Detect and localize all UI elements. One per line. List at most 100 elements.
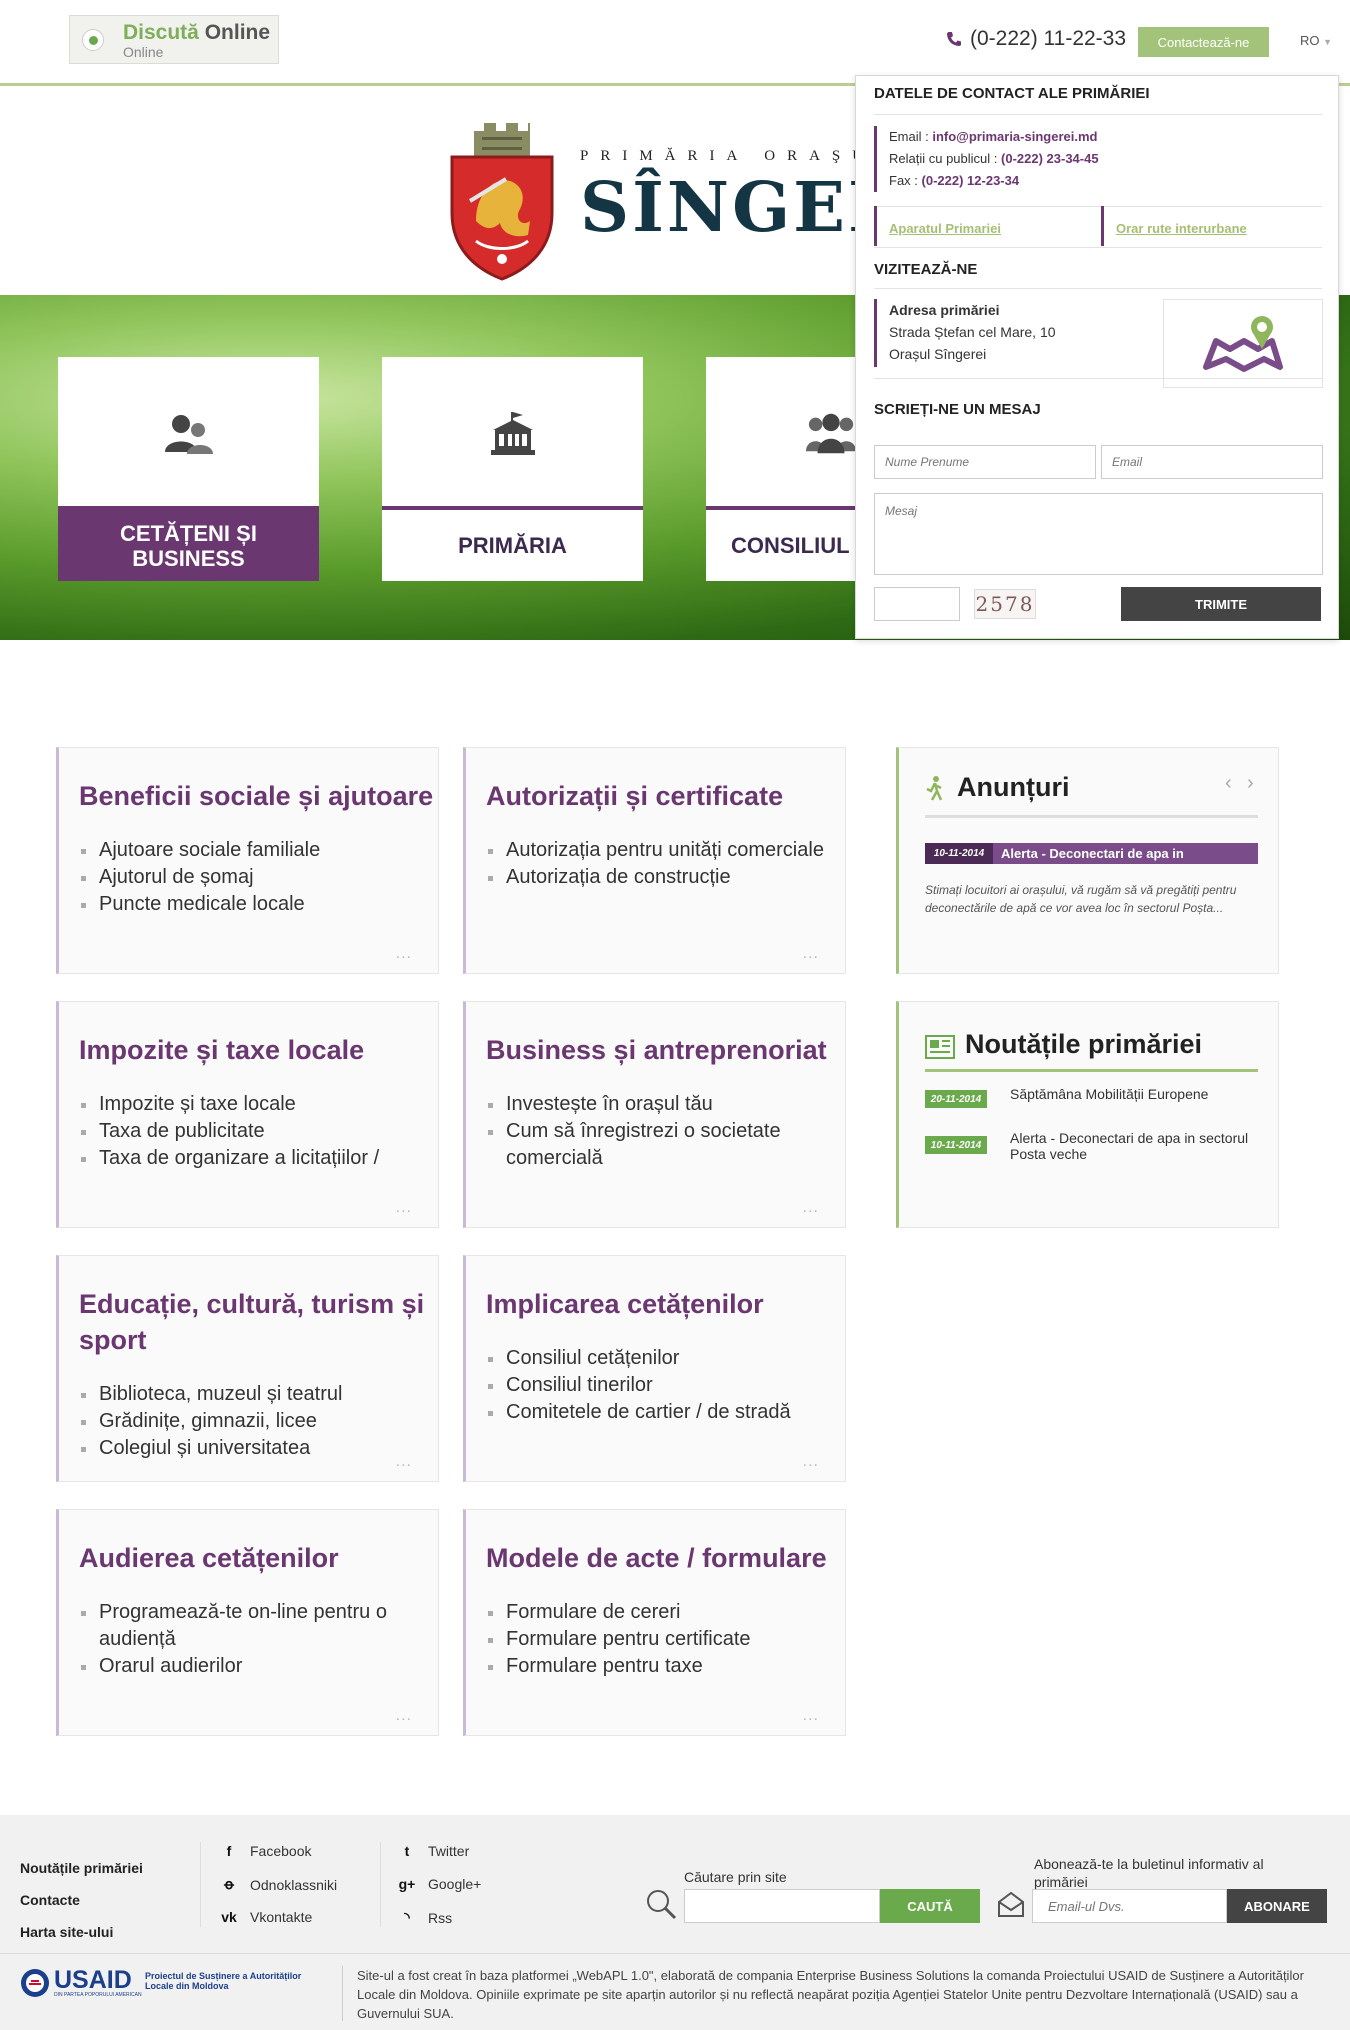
more-link[interactable]: ...: [396, 945, 412, 963]
list-item[interactable]: Colegiul și universitatea: [79, 1435, 342, 1462]
newsletter-email-input[interactable]: [1032, 1889, 1227, 1923]
odnoklassniki-icon: ꝋ: [224, 1876, 234, 1892]
news-date: 20-11-2014: [925, 1090, 987, 1108]
more-link[interactable]: ...: [396, 1707, 412, 1725]
card-list: Programează-te on-line pentru o audiență…: [79, 1599, 429, 1680]
news-item[interactable]: Alerta - Deconectari de apa in sectorul …: [1010, 1130, 1260, 1162]
news-item[interactable]: Săptămâna Mobilității Europene: [1010, 1086, 1260, 1102]
more-link[interactable]: ...: [396, 1199, 412, 1217]
card-local-taxes[interactable]: Impozite și taxe locale Impozite și taxe…: [56, 1001, 439, 1228]
card-title[interactable]: Business și antreprenoriat: [486, 1032, 841, 1068]
list-item[interactable]: Cum să înregistrezi o societate comercia…: [486, 1118, 845, 1172]
list-item[interactable]: Autorizația pentru unități comerciale: [486, 837, 824, 864]
social-label: Facebook: [250, 1843, 312, 1859]
card-citizen-involvement[interactable]: Implicarea cetățenilor Consiliul cetățen…: [463, 1255, 846, 1482]
card-education[interactable]: Educație, cultură, turism și sport Bibli…: [56, 1255, 439, 1482]
next-arrow-icon[interactable]: ›: [1247, 772, 1254, 795]
footer-link-contacts[interactable]: Contacte: [20, 1884, 143, 1916]
announcement-headline-bar[interactable]: 10-11-2014 Alerta - Deconectari de apa i…: [925, 843, 1258, 864]
contact-email[interactable]: info@primaria-singerei.md: [932, 129, 1097, 144]
search-icon: [645, 1888, 677, 1920]
list-item[interactable]: Formulare pentru taxe: [486, 1653, 751, 1680]
list-item[interactable]: Grădinițe, gimnazii, licee: [79, 1408, 342, 1435]
card-title[interactable]: Modele de acte / formulare: [486, 1540, 841, 1576]
contact-info: Email : info@primaria-singerei.md Relați…: [874, 126, 1309, 192]
list-item[interactable]: Biblioteca, muzeul și teatrul: [79, 1381, 342, 1408]
message-input[interactable]: [874, 493, 1323, 575]
more-link[interactable]: ...: [803, 1707, 819, 1725]
social-odnoklassniki[interactable]: ꝋ Odnoklassniki: [220, 1876, 337, 1893]
map-pin-icon: [1202, 311, 1284, 377]
link-city-hall-staff[interactable]: Aparatul Primariei: [874, 206, 1001, 246]
usaid-logo[interactable]: USAID DIN PARTEA POPORULUI AMERICAN: [20, 1968, 142, 1998]
address-line-2: Orașul Sîngerei: [889, 346, 987, 362]
more-link[interactable]: ...: [396, 1453, 412, 1471]
news-box: Noutățile primăriei 20-11-2014 Săptămâna…: [896, 1001, 1279, 1228]
card-list: Biblioteca, muzeul și teatrul Grădinițe,…: [79, 1381, 342, 1462]
tile-citizens-business[interactable]: CETĂȚENI ȘI BUSINESS: [58, 357, 319, 581]
social-twitter[interactable]: t Twitter: [398, 1843, 470, 1859]
card-title[interactable]: Autorizații și certificate: [486, 778, 841, 814]
subscribe-button[interactable]: ABONARE: [1227, 1889, 1327, 1923]
card-business[interactable]: Business și antreprenoriat Investește în…: [463, 1001, 846, 1228]
name-input[interactable]: [874, 445, 1096, 479]
divider: [380, 1842, 381, 1927]
card-title[interactable]: Impozite și taxe locale: [79, 1032, 434, 1068]
online-chat-widget[interactable]: Discută Online Online: [69, 15, 279, 64]
social-facebook[interactable]: f Facebook: [220, 1843, 312, 1859]
news-date: 10-11-2014: [925, 1136, 987, 1154]
card-authorizations[interactable]: Autorizații și certificate Autorizația p…: [463, 747, 846, 974]
list-item[interactable]: Taxa de publicitate: [79, 1118, 379, 1145]
list-item[interactable]: Formulare de cereri: [486, 1599, 751, 1626]
more-link[interactable]: ...: [803, 1453, 819, 1471]
social-google-plus[interactable]: g+ Google+: [398, 1876, 482, 1892]
footer-link-sitemap[interactable]: Harta site-ului: [20, 1916, 143, 1948]
chat-title-2: Online: [204, 21, 271, 44]
tile-label: CONSILIUL: [706, 506, 856, 581]
social-vkontakte[interactable]: vk Vkontakte: [220, 1909, 312, 1925]
tile-council[interactable]: CONSILIUL: [706, 357, 856, 581]
link-intercity-routes[interactable]: Orar rute interurbane: [1101, 206, 1247, 246]
users-icon: [58, 412, 319, 456]
list-item[interactable]: Ajutorul de șomaj: [79, 864, 320, 891]
list-item[interactable]: Autorizația de construcție: [486, 864, 824, 891]
header-phone[interactable]: (0-222) 11-22-33: [946, 27, 1126, 51]
card-social-benefits[interactable]: Beneficii sociale și ajutoare Ajutoare s…: [56, 747, 439, 974]
rss-icon: ◝: [404, 1909, 410, 1925]
list-item[interactable]: Puncte medicale locale: [79, 891, 320, 918]
card-title[interactable]: Educație, cultură, turism și sport: [79, 1286, 434, 1358]
tile-city-hall[interactable]: PRIMĂRIA: [382, 357, 643, 581]
card-title[interactable]: Implicarea cetățenilor: [486, 1286, 841, 1322]
more-link[interactable]: ...: [803, 1199, 819, 1217]
list-item[interactable]: Orarul audierilor: [79, 1653, 429, 1680]
email-input[interactable]: [1101, 445, 1323, 479]
list-item[interactable]: Impozite și taxe locale: [79, 1091, 379, 1118]
card-hearings[interactable]: Audierea cetățenilor Programează-te on-l…: [56, 1509, 439, 1736]
search-button[interactable]: CAUTĂ: [880, 1889, 980, 1923]
card-forms[interactable]: Modele de acte / formulare Formulare de …: [463, 1509, 846, 1736]
captcha-input[interactable]: [874, 587, 960, 621]
list-item[interactable]: Ajutoare sociale familiale: [79, 837, 320, 864]
list-item[interactable]: Investește în orașul tău: [486, 1091, 845, 1118]
list-item[interactable]: Comitetele de cartier / de stradă: [486, 1399, 791, 1426]
prev-arrow-icon[interactable]: ‹: [1225, 772, 1232, 795]
phone-number: (0-222) 11-22-33: [970, 27, 1127, 50]
card-title[interactable]: Beneficii sociale și ajutoare: [79, 778, 434, 814]
list-item[interactable]: Formulare pentru certificate: [486, 1626, 751, 1653]
list-item[interactable]: Consiliul cetățenilor: [486, 1345, 791, 1372]
footer-link-news[interactable]: Noutățile primăriei: [20, 1852, 143, 1884]
contact-button[interactable]: Contactează-ne: [1138, 27, 1269, 57]
card-title[interactable]: Audierea cetățenilor: [79, 1540, 434, 1576]
credits-text: Site-ul a fost creat în baza platformei …: [357, 1968, 1304, 2021]
more-link[interactable]: ...: [803, 945, 819, 963]
language-selector[interactable]: RO ▼: [1300, 33, 1332, 48]
contact-public-phone: (0-222) 23-34-45: [1001, 151, 1099, 166]
send-button[interactable]: TRIMITE: [1121, 587, 1321, 621]
list-item[interactable]: Taxa de organizare a licitațiilor /: [79, 1145, 379, 1172]
list-item[interactable]: Programează-te on-line pentru o audiență: [79, 1599, 429, 1653]
list-item[interactable]: Consiliul tinerilor: [486, 1372, 791, 1399]
map-button[interactable]: [1163, 299, 1323, 388]
search-input[interactable]: [684, 1889, 880, 1923]
chat-status: Online: [123, 44, 164, 60]
social-rss[interactable]: ◝ Rss: [398, 1909, 452, 1926]
